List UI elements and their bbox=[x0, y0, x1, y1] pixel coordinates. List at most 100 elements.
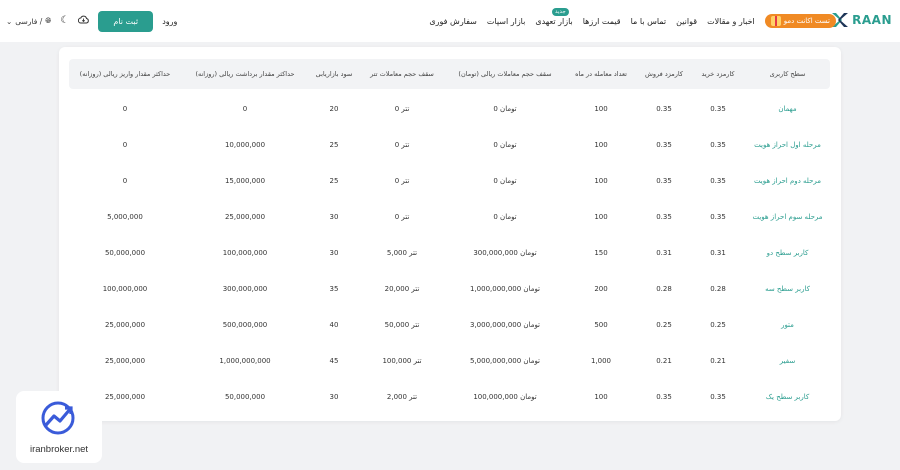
cell-buy-fee: 0.28 bbox=[710, 285, 726, 293]
cell-tether-cap: 0 تتر bbox=[394, 177, 410, 185]
table-header: سطح کاربری کارمزد خرید کارمزد فروش تعداد… bbox=[69, 59, 830, 89]
cell-max-withdraw: 1,000,000,000 bbox=[219, 357, 271, 365]
cell-monthly-trades: 200 bbox=[594, 285, 608, 293]
cell-tether-cap: 20,000 تتر bbox=[384, 285, 420, 293]
nav-rules[interactable]: قوانین bbox=[676, 17, 697, 26]
login-link[interactable]: ورود bbox=[162, 17, 177, 26]
cell-referral: 35 bbox=[329, 285, 339, 293]
cell-rial-cap: 0 تومان bbox=[493, 141, 517, 149]
cell-max-withdraw: 15,000,000 bbox=[224, 177, 266, 185]
cell-sell-fee: 0.35 bbox=[656, 141, 672, 149]
signup-button[interactable]: ثبت نام bbox=[98, 10, 154, 32]
cell-tether-cap: 2,000 تتر bbox=[386, 393, 418, 401]
table-row: کاربر سطح سه 0.28 0.28 200 1,000,000,000 توم… bbox=[69, 271, 830, 307]
cell-max-deposit: 25,000,000 bbox=[104, 357, 146, 365]
cell-level: مهمان bbox=[778, 105, 797, 113]
cell-rial-cap: 1,000,000,000 تومان bbox=[469, 285, 541, 293]
cell-buy-fee: 0.21 bbox=[710, 357, 726, 365]
cell-buy-fee: 0.35 bbox=[710, 177, 726, 185]
col-header-tether-cap: سقف حجم معاملات تتر bbox=[370, 70, 434, 78]
cell-rial-cap: 3,000,000,000 تومان bbox=[469, 321, 541, 329]
cell-level: کاربر سطح سه bbox=[765, 285, 810, 293]
cell-level: مرحله سوم احراز هویت bbox=[752, 213, 823, 221]
globe-icon: 🌐︎ bbox=[45, 16, 52, 25]
cloud-download-icon[interactable] bbox=[78, 15, 89, 27]
nav-spot-market[interactable]: بازار اسپات bbox=[487, 17, 525, 26]
cell-monthly-trades: 100 bbox=[594, 393, 608, 401]
col-header-level: سطح کاربری bbox=[769, 70, 806, 78]
cell-monthly-trades: 100 bbox=[594, 105, 608, 113]
new-badge: جدید bbox=[552, 7, 569, 16]
table-row: کاربر سطح یک 0.35 0.35 100 100,000,000 تومان… bbox=[69, 379, 830, 415]
cell-sell-fee: 0.35 bbox=[656, 393, 672, 401]
nav-futures-label: بازار تعهدی bbox=[535, 16, 573, 26]
cell-tether-cap: 0 تتر bbox=[394, 105, 410, 113]
cell-referral: 30 bbox=[329, 213, 339, 221]
cell-monthly-trades: 1,000 bbox=[590, 357, 612, 365]
col-header-buy-fee: کارمزد خرید bbox=[701, 70, 735, 78]
table-row: مرحله سوم احراز هویت 0.35 0.35 100 0 تومان 0 … bbox=[69, 199, 830, 235]
cell-level: سفیر bbox=[779, 357, 796, 365]
cell-sell-fee: 0.28 bbox=[656, 285, 672, 293]
col-header-sell-fee: کارمزد فروش bbox=[644, 70, 683, 78]
cell-tether-cap: 0 تتر bbox=[394, 141, 410, 149]
cell-buy-fee: 0.31 bbox=[710, 249, 726, 257]
cell-rial-cap: 5,000,000,000 تومان bbox=[469, 357, 541, 365]
watermark-text: iranbroker.net bbox=[29, 444, 89, 455]
cell-monthly-trades: 100 bbox=[594, 177, 608, 185]
table-row: سفیر 0.21 0.21 1,000 5,000,000,000 تومان 100,… bbox=[69, 343, 830, 379]
language-selector[interactable]: ⌄ فارسی / 🌐︎ bbox=[6, 16, 51, 26]
nav-instant-order[interactable]: سفارش فوری bbox=[429, 17, 476, 26]
cell-buy-fee: 0.35 bbox=[710, 105, 726, 113]
cell-sell-fee: 0.35 bbox=[656, 105, 672, 113]
col-header-monthly-trades: تعداد معامله در ماه bbox=[575, 70, 627, 78]
header-controls: ⌄ فارسی / 🌐︎ ☾ ثبت نام ورود bbox=[6, 0, 177, 42]
col-header-referral: سود بازاریابی bbox=[315, 70, 353, 78]
table-row: مرحله اول احراز هویت 0.35 0.35 100 0 تومان 0 … bbox=[69, 127, 830, 163]
cell-max-deposit: 50,000,000 bbox=[104, 249, 146, 257]
nav-contact[interactable]: تماس با ما bbox=[631, 17, 667, 26]
cell-max-deposit: 0 bbox=[122, 177, 128, 185]
nav-futures-market[interactable]: بازار تعهدی جدید bbox=[535, 7, 573, 26]
nav-prices[interactable]: قیمت ارزها bbox=[583, 17, 621, 26]
cell-referral: 25 bbox=[329, 141, 339, 149]
table-row: متور 0.25 0.25 500 3,000,000,000 تومان 50,000… bbox=[69, 307, 830, 343]
col-header-max-withdraw: حداکثر مقدار برداشت ریالی (روزانه) bbox=[195, 70, 295, 78]
cell-buy-fee: 0.35 bbox=[710, 393, 726, 401]
cell-sell-fee: 0.35 bbox=[656, 177, 672, 185]
cell-rial-cap: 300,000,000 تومان bbox=[473, 249, 537, 257]
cell-max-deposit: 0 bbox=[122, 105, 128, 113]
cell-referral: 45 bbox=[329, 357, 339, 365]
brand-logo[interactable]: RAAN bbox=[831, 11, 892, 29]
cell-sell-fee: 0.31 bbox=[656, 249, 672, 257]
watermark: iranbroker.net bbox=[16, 391, 102, 463]
moon-icon[interactable]: ☾ bbox=[60, 16, 69, 26]
cell-sell-fee: 0.21 bbox=[656, 357, 672, 365]
cell-rial-cap: 100,000,000 تومان bbox=[473, 393, 537, 401]
cell-level: مرحله اول احراز هویت bbox=[754, 141, 821, 149]
table-row: مهمان 0.35 0.35 100 0 تومان 0 تتر 20 0 0 bbox=[69, 91, 830, 127]
cell-max-withdraw: 300,000,000 bbox=[222, 285, 268, 293]
levels-card: سطح کاربری کارمزد خرید کارمزد فروش تعداد… bbox=[59, 47, 841, 421]
cell-max-deposit: 0 bbox=[122, 141, 128, 149]
cell-tether-cap: 0 تتر bbox=[394, 213, 410, 221]
cell-max-deposit: 5,000,000 bbox=[107, 213, 143, 221]
cell-referral: 20 bbox=[329, 105, 339, 113]
table-row: مرحله دوم احراز هویت 0.35 0.35 100 0 تومان 0 … bbox=[69, 163, 830, 199]
col-header-rial-cap: سقف حجم معاملات ریالی (تومان) bbox=[458, 70, 552, 78]
cell-max-deposit: 25,000,000 bbox=[104, 321, 146, 329]
cell-referral: 30 bbox=[329, 249, 339, 257]
chevron-down-icon: ⌄ bbox=[6, 16, 13, 26]
cell-max-withdraw: 500,000,000 bbox=[222, 321, 268, 329]
main-nav: سفارش فوری بازار اسپات بازار تعهدی جدید … bbox=[429, 0, 836, 42]
cell-buy-fee: 0.25 bbox=[710, 321, 726, 329]
cell-level: مرحله دوم احراز هویت bbox=[753, 177, 822, 185]
language-label: فارسی / bbox=[15, 16, 43, 26]
broker-logo-icon bbox=[41, 401, 75, 435]
cell-tether-cap: 50,000 تتر bbox=[384, 321, 420, 329]
demo-account-button[interactable]: تست اکانت دمو bbox=[764, 14, 836, 28]
cell-rial-cap: 0 تومان bbox=[493, 105, 517, 113]
cell-max-withdraw: 50,000,000 bbox=[224, 393, 266, 401]
cell-level: کاربر سطح دو bbox=[766, 249, 809, 257]
nav-news[interactable]: اخبار و مقالات bbox=[707, 17, 755, 26]
